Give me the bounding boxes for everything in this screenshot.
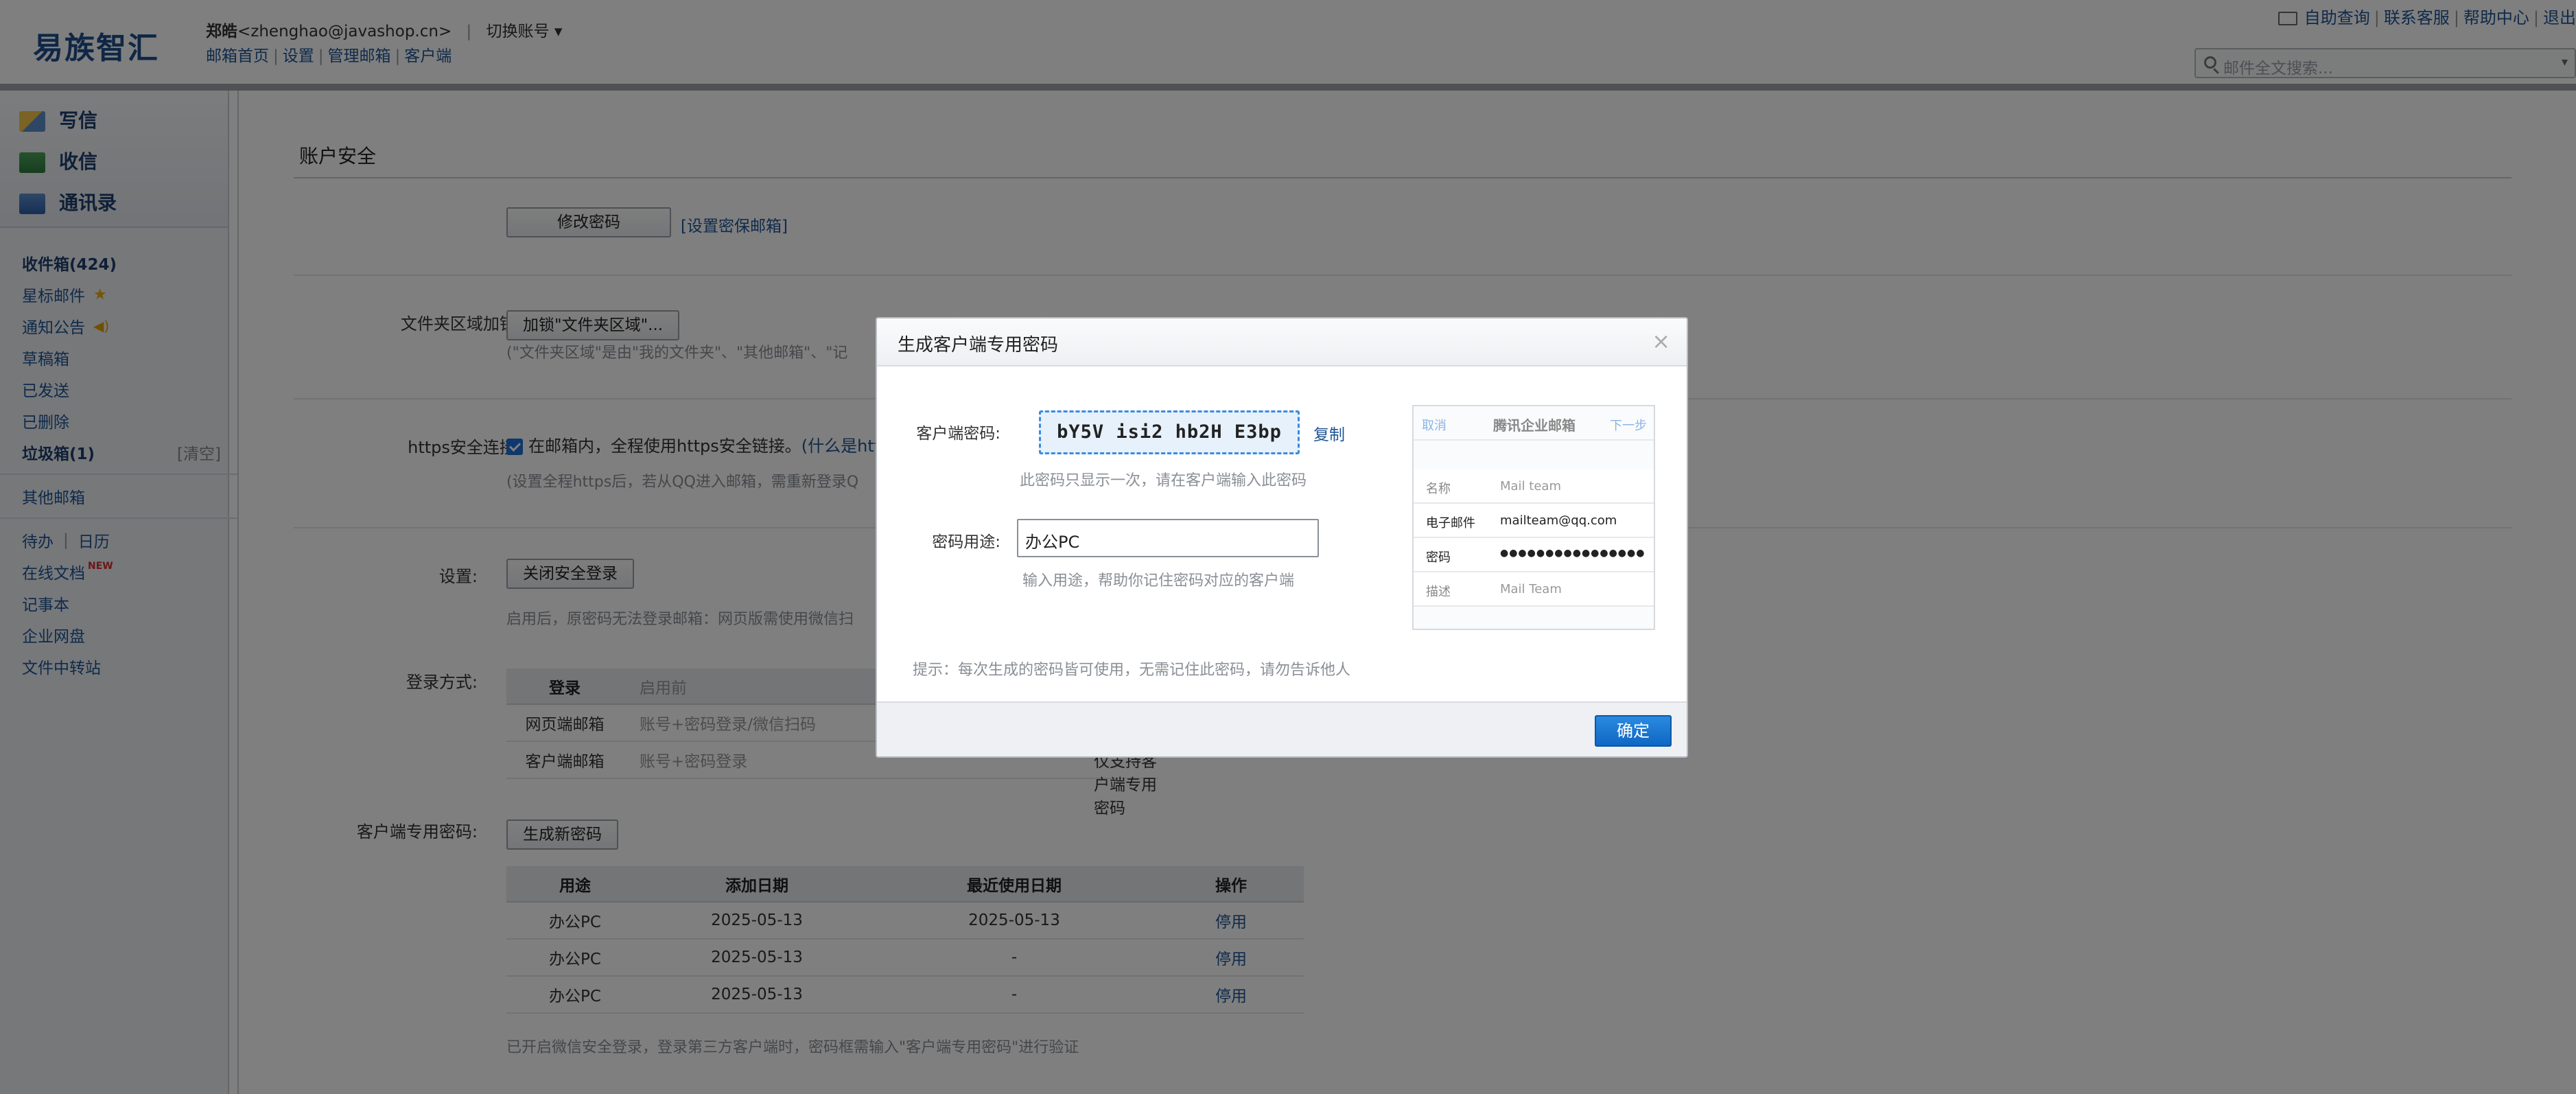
preview-row: 名称 Mail team bbox=[1414, 469, 1654, 504]
preview-header: 取消 腾讯企业邮箱 下一步 bbox=[1414, 406, 1654, 441]
preview-key: 名称 bbox=[1426, 482, 1451, 496]
usage-input[interactable]: 办公PC bbox=[1017, 519, 1319, 557]
preview-next: 下一步 bbox=[1610, 419, 1647, 433]
generate-password-dialog: 生成客户端专用密码 × 客户端密码: bY5V isi2 hb2H E3bp 复… bbox=[876, 317, 1688, 758]
password-hint: 此密码只显示一次，请在客户端输入此密码 bbox=[1020, 472, 1307, 489]
usage-field-label: 密码用途: bbox=[932, 533, 1000, 551]
dialog-footer: 确定 bbox=[877, 701, 1687, 756]
client-password-field-label: 客户端密码: bbox=[916, 425, 1000, 443]
dialog-header: 生成客户端专用密码 × bbox=[877, 318, 1687, 366]
preview-value: Mail Team bbox=[1500, 582, 1562, 596]
preview-row: 描述 Mail Team bbox=[1414, 572, 1654, 607]
client-setup-preview: 取消 腾讯企业邮箱 下一步 名称 Mail team 电子邮件 mailteam… bbox=[1412, 405, 1655, 630]
preview-title: 腾讯企业邮箱 bbox=[1493, 417, 1576, 434]
preview-key: 密码 bbox=[1426, 550, 1451, 565]
preview-key: 电子邮件 bbox=[1426, 516, 1475, 531]
usage-hint: 输入用途，帮助你记住密码对应的客户端 bbox=[1022, 572, 1295, 590]
preview-row: 密码 ●●●●●●●●●●●●●●●● bbox=[1414, 538, 1654, 572]
preview-value: ●●●●●●●●●●●●●●●● bbox=[1500, 548, 1646, 559]
dialog-title: 生成客户端专用密码 bbox=[898, 335, 1059, 356]
confirm-button[interactable]: 确定 bbox=[1595, 715, 1672, 747]
dialog-tip: 提示：每次生成的密码皆可使用，无需记住此密码，请勿告诉他人 bbox=[913, 662, 1351, 679]
preview-cancel: 取消 bbox=[1422, 419, 1447, 433]
preview-row: 电子邮件 mailteam@qq.com bbox=[1414, 504, 1654, 538]
generated-password[interactable]: bY5V isi2 hb2H E3bp bbox=[1039, 410, 1300, 454]
preview-key: 描述 bbox=[1426, 585, 1451, 599]
preview-value: Mail team bbox=[1500, 479, 1561, 493]
close-icon[interactable]: × bbox=[1652, 328, 1670, 354]
preview-value: mailteam@qq.com bbox=[1500, 513, 1617, 528]
copy-link[interactable]: 复制 bbox=[1313, 421, 1345, 445]
